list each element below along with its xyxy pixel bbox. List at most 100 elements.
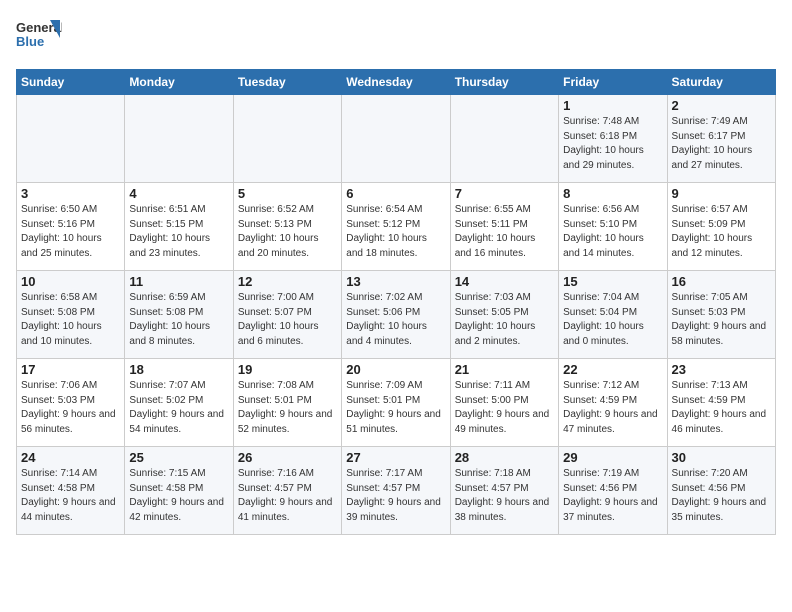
day-info: Sunrise: 7:13 AM Sunset: 4:59 PM Dayligh… [672,379,771,437]
day-info: Sunrise: 6:50 AM Sunset: 5:16 PM Dayligh… [21,203,120,261]
logo: General Blue [16,16,62,61]
calendar-cell: 27Sunrise: 7:17 AM Sunset: 4:57 PM Dayli… [342,447,450,535]
day-of-week-header: Thursday [450,70,558,95]
calendar-cell: 17 Sunrise: 7:06 AM Sunset: 5:03 PM Dayli… [17,359,125,447]
calendar-week-row: 1Sunrise: 7:48 AM Sunset: 6:18 PM Daylig… [17,95,776,183]
calendar-cell: 22 Sunrise: 7:12 AM Sunset: 4:59 PM Dayli… [559,359,667,447]
day-info: Sunrise: 7:07 AM Sunset: 5:02 PM Dayligh… [129,379,228,437]
calendar-body: 1Sunrise: 7:48 AM Sunset: 6:18 PM Daylig… [17,95,776,535]
calendar-cell: 7 Sunrise: 6:55 AM Sunset: 5:11 PM Daylig… [450,183,558,271]
day-info: Sunrise: 6:58 AM Sunset: 5:08 PM Dayligh… [21,291,120,349]
calendar-cell [342,95,450,183]
calendar-cell [450,95,558,183]
day-number: 17 [21,362,120,377]
calendar-cell: 6 Sunrise: 6:54 AM Sunset: 5:12 PM Daylig… [342,183,450,271]
calendar-cell [125,95,233,183]
day-info: Sunrise: 7:48 AM Sunset: 6:18 PM Dayligh… [563,115,662,173]
day-info: Sunrise: 7:20 AM Sunset: 4:56 PM Dayligh… [672,467,771,525]
calendar-cell: 4Sunrise: 6:51 AM Sunset: 5:15 PM Daylig… [125,183,233,271]
calendar-cell: 23Sunrise: 7:13 AM Sunset: 4:59 PM Dayli… [667,359,775,447]
calendar-cell: 26Sunrise: 7:16 AM Sunset: 4:57 PM Dayli… [233,447,341,535]
calendar-cell: 12 Sunrise: 7:00 AM Sunset: 5:07 PM Dayli… [233,271,341,359]
day-number: 27 [346,450,445,465]
calendar-header: SundayMondayTuesdayWednesdayThursdayFrid… [17,70,776,95]
calendar-table: SundayMondayTuesdayWednesdayThursdayFrid… [16,69,776,535]
day-number: 11 [129,274,228,289]
day-info: Sunrise: 7:18 AM Sunset: 4:57 PM Dayligh… [455,467,554,525]
day-number: 8 [563,186,662,201]
day-number: 3 [21,186,120,201]
calendar-cell: 9 Sunrise: 6:57 AM Sunset: 5:09 PM Daylig… [667,183,775,271]
day-number: 10 [21,274,120,289]
calendar-cell: 21 Sunrise: 7:11 AM Sunset: 5:00 PM Dayli… [450,359,558,447]
day-info: Sunrise: 7:00 AM Sunset: 5:07 PM Dayligh… [238,291,337,349]
day-info: Sunrise: 7:04 AM Sunset: 5:04 PM Dayligh… [563,291,662,349]
day-of-week-header: Wednesday [342,70,450,95]
day-number: 24 [21,450,120,465]
day-info: Sunrise: 7:14 AM Sunset: 4:58 PM Dayligh… [21,467,120,525]
day-info: Sunrise: 6:55 AM Sunset: 5:11 PM Dayligh… [455,203,554,261]
calendar-cell: 16 Sunrise: 7:05 AM Sunset: 5:03 PM Dayli… [667,271,775,359]
calendar-cell: 13Sunrise: 7:02 AM Sunset: 5:06 PM Dayli… [342,271,450,359]
calendar-cell: 10 Sunrise: 6:58 AM Sunset: 5:08 PM Dayli… [17,271,125,359]
day-number: 7 [455,186,554,201]
calendar-cell: 2 Sunrise: 7:49 AM Sunset: 6:17 PM Daylig… [667,95,775,183]
day-number: 19 [238,362,337,377]
day-number: 29 [563,450,662,465]
day-number: 25 [129,450,228,465]
day-of-week-header: Monday [125,70,233,95]
day-number: 18 [129,362,228,377]
calendar-week-row: 24 Sunrise: 7:14 AM Sunset: 4:58 PM Dayli… [17,447,776,535]
day-of-week-header: Saturday [667,70,775,95]
header-row: SundayMondayTuesdayWednesdayThursdayFrid… [17,70,776,95]
day-info: Sunrise: 6:59 AM Sunset: 5:08 PM Dayligh… [129,291,228,349]
calendar-cell: 8Sunrise: 6:56 AM Sunset: 5:10 PM Daylig… [559,183,667,271]
day-number: 30 [672,450,771,465]
day-info: Sunrise: 7:49 AM Sunset: 6:17 PM Dayligh… [672,115,771,173]
day-number: 2 [672,98,771,113]
day-number: 16 [672,274,771,289]
calendar-cell: 24 Sunrise: 7:14 AM Sunset: 4:58 PM Dayli… [17,447,125,535]
day-of-week-header: Sunday [17,70,125,95]
day-info: Sunrise: 7:11 AM Sunset: 5:00 PM Dayligh… [455,379,554,437]
page-container: General Blue SundayMondayTuesdayWednesda… [16,16,776,535]
day-number: 26 [238,450,337,465]
calendar-cell: 28 Sunrise: 7:18 AM Sunset: 4:57 PM Dayli… [450,447,558,535]
day-number: 22 [563,362,662,377]
day-number: 28 [455,450,554,465]
calendar-cell: 19Sunrise: 7:08 AM Sunset: 5:01 PM Dayli… [233,359,341,447]
day-info: Sunrise: 7:15 AM Sunset: 4:58 PM Dayligh… [129,467,228,525]
calendar-cell: 18 Sunrise: 7:07 AM Sunset: 5:02 PM Dayli… [125,359,233,447]
day-of-week-header: Tuesday [233,70,341,95]
day-number: 14 [455,274,554,289]
day-info: Sunrise: 6:57 AM Sunset: 5:09 PM Dayligh… [672,203,771,261]
day-info: Sunrise: 7:02 AM Sunset: 5:06 PM Dayligh… [346,291,445,349]
calendar-cell: 30 Sunrise: 7:20 AM Sunset: 4:56 PM Dayli… [667,447,775,535]
day-info: Sunrise: 7:09 AM Sunset: 5:01 PM Dayligh… [346,379,445,437]
day-info: Sunrise: 7:19 AM Sunset: 4:56 PM Dayligh… [563,467,662,525]
calendar-cell: 3 Sunrise: 6:50 AM Sunset: 5:16 PM Daylig… [17,183,125,271]
day-info: Sunrise: 6:51 AM Sunset: 5:15 PM Dayligh… [129,203,228,261]
calendar-cell: 15Sunrise: 7:04 AM Sunset: 5:04 PM Dayli… [559,271,667,359]
calendar-cell: 1Sunrise: 7:48 AM Sunset: 6:18 PM Daylig… [559,95,667,183]
day-info: Sunrise: 7:05 AM Sunset: 5:03 PM Dayligh… [672,291,771,349]
calendar-cell: 14Sunrise: 7:03 AM Sunset: 5:05 PM Dayli… [450,271,558,359]
day-info: Sunrise: 7:06 AM Sunset: 5:03 PM Dayligh… [21,379,120,437]
day-info: Sunrise: 6:52 AM Sunset: 5:13 PM Dayligh… [238,203,337,261]
logo-icon: General Blue [16,16,62,61]
calendar-cell: 25 Sunrise: 7:15 AM Sunset: 4:58 PM Dayli… [125,447,233,535]
day-info: Sunrise: 7:12 AM Sunset: 4:59 PM Dayligh… [563,379,662,437]
day-number: 6 [346,186,445,201]
calendar-week-row: 17 Sunrise: 7:06 AM Sunset: 5:03 PM Dayli… [17,359,776,447]
calendar-cell [17,95,125,183]
calendar-cell: 5 Sunrise: 6:52 AM Sunset: 5:13 PM Daylig… [233,183,341,271]
day-number: 5 [238,186,337,201]
calendar-cell: 11 Sunrise: 6:59 AM Sunset: 5:08 PM Dayli… [125,271,233,359]
day-number: 20 [346,362,445,377]
calendar-week-row: 3 Sunrise: 6:50 AM Sunset: 5:16 PM Daylig… [17,183,776,271]
day-number: 21 [455,362,554,377]
day-number: 12 [238,274,337,289]
day-number: 9 [672,186,771,201]
calendar-cell [233,95,341,183]
day-info: Sunrise: 6:54 AM Sunset: 5:12 PM Dayligh… [346,203,445,261]
